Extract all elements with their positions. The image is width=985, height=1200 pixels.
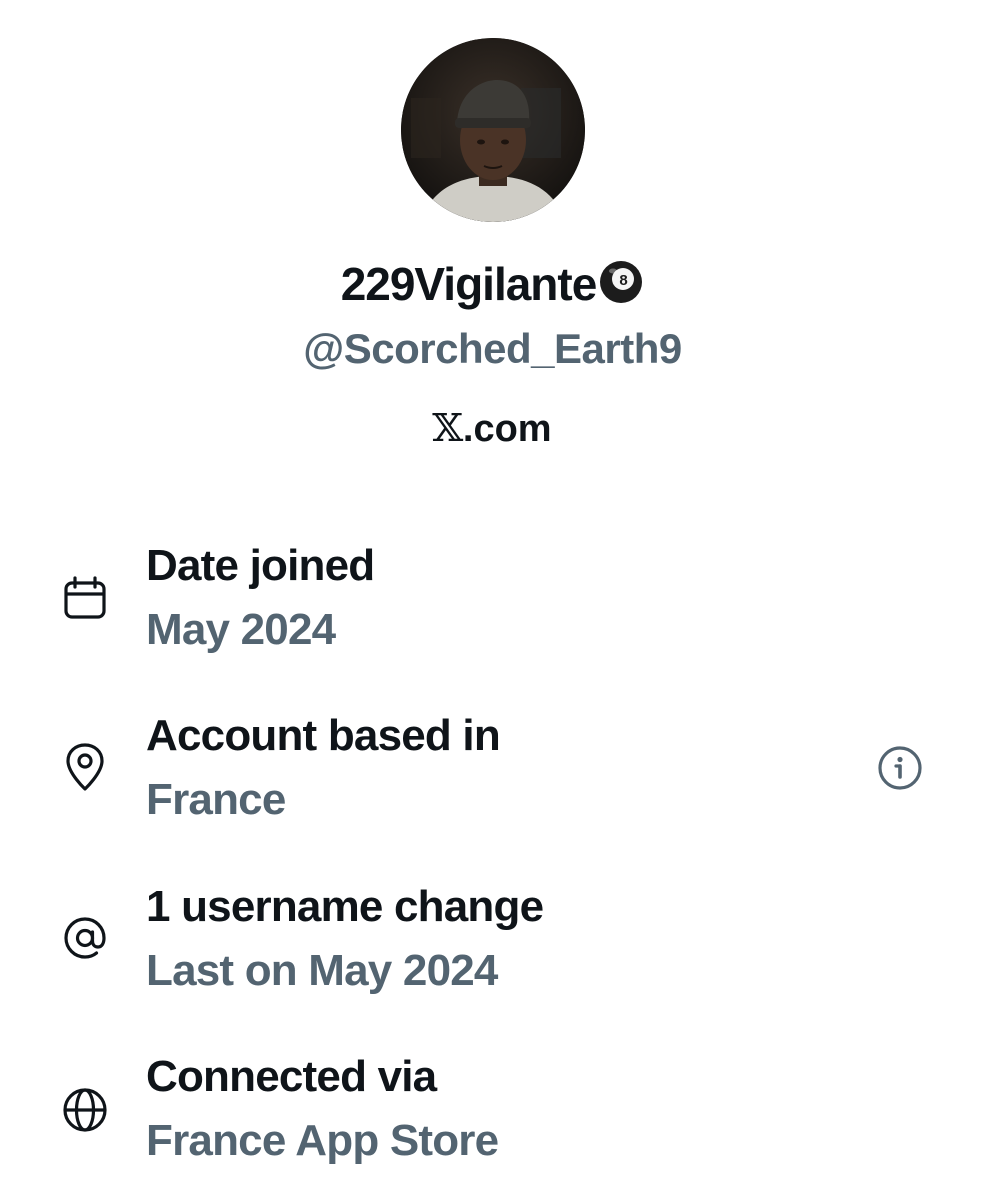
at-sign-icon [64, 917, 106, 959]
info-icon[interactable] [876, 744, 924, 792]
avatar-photo [401, 38, 585, 222]
connected-via-label: Connected via [146, 1052, 437, 1101]
svg-text:8: 8 [620, 272, 628, 289]
detail-row-connected-via: Connected via France App Store [0, 1049, 985, 1179]
account-based-in-label: Account based in [146, 711, 501, 760]
username-change-label: 1 username change [146, 882, 544, 931]
pool-8-ball-icon: 8 [600, 261, 643, 303]
profile-avatar[interactable] [401, 38, 585, 222]
username-change-value: Last on May 2024 [146, 946, 498, 995]
x-logo-icon: 𝕏 [432, 406, 464, 450]
detail-row-date-joined: Date joined May 2024 [0, 538, 985, 668]
connected-via-value: France App Store [146, 1116, 499, 1165]
date-joined-label: Date joined [146, 541, 375, 590]
date-joined-value: May 2024 [146, 605, 336, 654]
detail-row-username-change: 1 username change Last on May 2024 [0, 879, 985, 1009]
account-based-in-value: France [146, 775, 286, 824]
globe-icon [63, 1088, 107, 1132]
site-suffix: .com [462, 408, 552, 450]
profile-display-name: 229Vigilante 8 [0, 254, 985, 314]
calendar-icon [64, 576, 106, 619]
location-pin-icon [66, 743, 104, 791]
detail-row-account-based-in: Account based in France [0, 708, 985, 838]
display-name-text: 229Vigilante [340, 258, 598, 310]
profile-handle: @Scorched_Earth9 [303, 325, 682, 372]
site-label: 𝕏.com [0, 405, 985, 452]
